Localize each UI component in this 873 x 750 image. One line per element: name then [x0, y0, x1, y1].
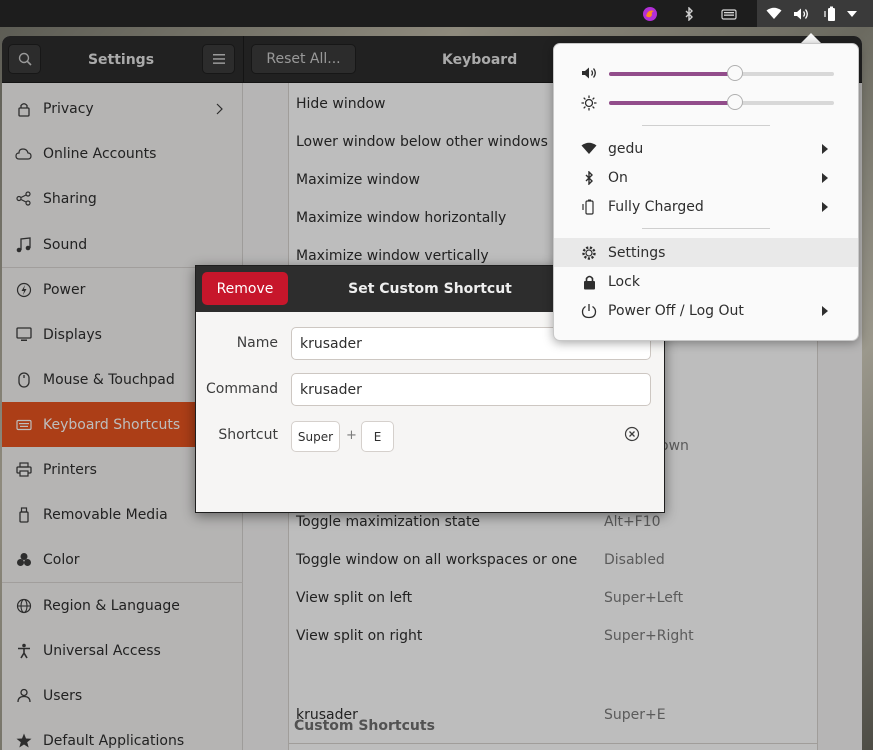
chevron-right-icon [822, 143, 828, 154]
menu-item-battery[interactable]: Fully Charged [554, 192, 858, 221]
menu-item-bluetooth[interactable]: On [554, 163, 858, 192]
power-icon [581, 303, 597, 319]
wifi-icon [765, 0, 783, 27]
brightness-icon [581, 95, 597, 111]
menu-item-power-off[interactable]: Power Off / Log Out [554, 296, 858, 325]
chevron-right-icon [822, 172, 828, 183]
firefox-icon[interactable] [640, 0, 660, 27]
top-bar [0, 0, 873, 27]
clear-shortcut-icon[interactable] [624, 426, 640, 442]
lock-icon [581, 274, 597, 290]
shortcut-key-super[interactable]: Super [291, 421, 340, 452]
chevron-down-icon [845, 0, 859, 27]
settings-label: Settings [608, 244, 666, 261]
battery-label: Fully Charged [608, 198, 704, 215]
name-label: Name [236, 335, 278, 351]
command-label: Command [206, 381, 278, 397]
dialog-title: Set Custom Shortcut [348, 281, 512, 297]
bluetooth-icon [581, 170, 597, 186]
bluetooth-label: On [608, 169, 628, 186]
brightness-slider[interactable] [609, 94, 834, 110]
battery-icon [581, 199, 597, 215]
volume-slider[interactable] [609, 65, 834, 81]
bluetooth-icon [680, 0, 698, 27]
gear-icon [581, 245, 597, 261]
volume-icon [792, 0, 810, 27]
menu-separator [642, 125, 770, 126]
battery-icon [822, 0, 840, 27]
power-off-label: Power Off / Log Out [608, 302, 744, 319]
system-menu: gedu On Fully Charged Settings Lock Powe… [553, 43, 859, 341]
wifi-icon [581, 141, 597, 157]
chevron-right-icon [822, 305, 828, 316]
menu-item-wifi[interactable]: gedu [554, 134, 858, 163]
volume-icon [581, 66, 597, 80]
volume-slider-fill [609, 72, 735, 76]
brightness-slider-fill [609, 101, 735, 105]
wifi-label: gedu [608, 140, 644, 157]
menu-item-lock[interactable]: Lock [554, 267, 858, 296]
volume-slider-knob[interactable] [727, 65, 743, 81]
chevron-right-icon [822, 201, 828, 212]
shortcut-plus: + [346, 428, 357, 443]
shortcut-key-e[interactable]: E [361, 421, 394, 452]
shortcut-label: Shortcut [218, 427, 278, 443]
remove-button[interactable]: Remove [202, 272, 288, 305]
lock-label: Lock [608, 273, 640, 290]
keyboard-icon[interactable] [720, 0, 738, 27]
brightness-slider-knob[interactable] [727, 94, 743, 110]
menu-separator [642, 228, 770, 229]
command-field[interactable]: krusader [291, 373, 651, 406]
menu-item-settings[interactable]: Settings [554, 238, 858, 267]
